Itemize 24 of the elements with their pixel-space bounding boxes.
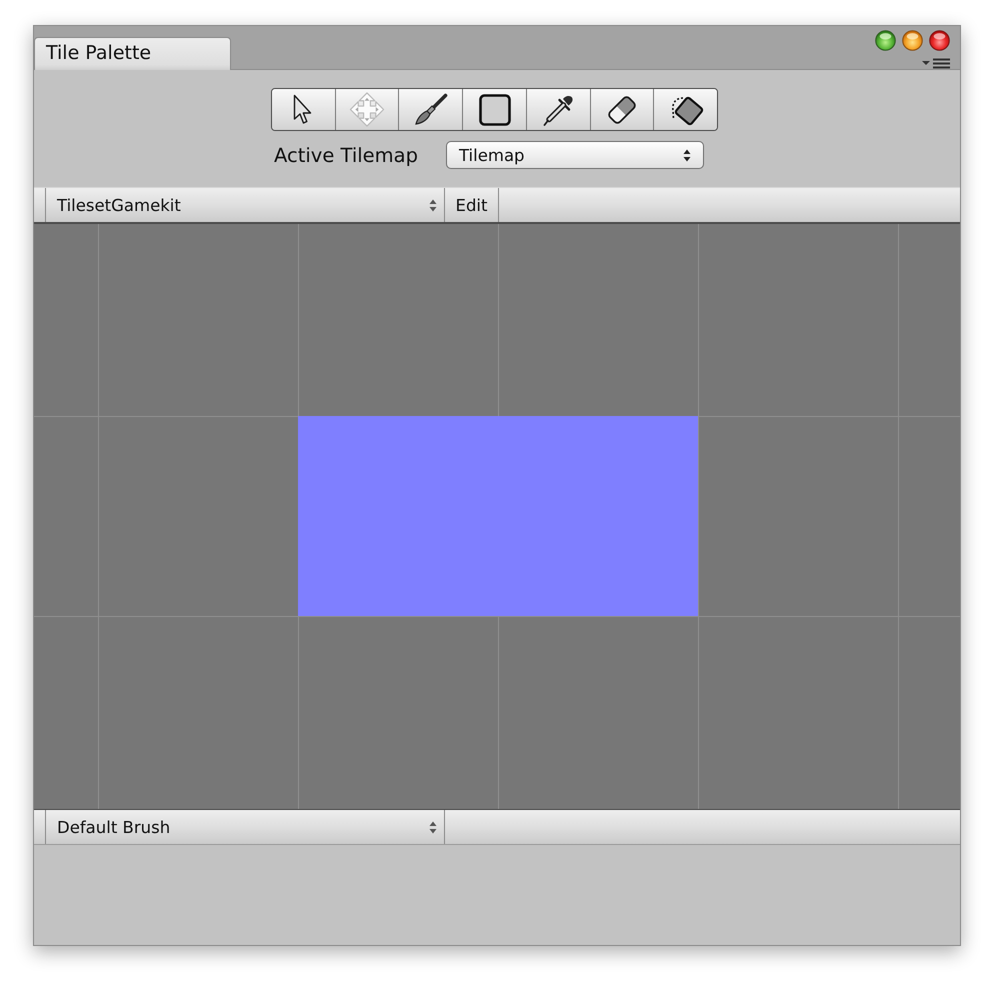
four-way-arrow-icon [349, 92, 386, 127]
up-down-arrows-icon [429, 198, 437, 212]
fill-tool-button[interactable] [653, 89, 717, 130]
maximize-icon[interactable] [875, 30, 896, 51]
minimize-icon[interactable] [902, 30, 923, 51]
box-tool-button[interactable] [462, 89, 526, 130]
up-down-arrows-icon [429, 820, 437, 834]
square-icon [478, 94, 511, 126]
up-down-arrows-icon [682, 148, 691, 162]
active-tilemap-dropdown[interactable]: Tilemap [446, 141, 704, 169]
active-tilemap-label: Active Tilemap [274, 144, 418, 166]
brush-icon [414, 92, 448, 126]
brush-dropdown[interactable]: Default Brush [45, 810, 445, 844]
eraser-tool-button[interactable] [590, 89, 654, 130]
menu-icon[interactable] [922, 58, 950, 69]
window-tab[interactable]: Tile Palette [34, 37, 231, 70]
paint-tool-button[interactable] [398, 89, 462, 130]
edit-button[interactable]: Edit [445, 188, 499, 222]
arrow-cursor-icon [293, 94, 314, 125]
select-tool-button[interactable] [272, 89, 335, 130]
close-icon[interactable] [929, 30, 950, 51]
picker-tool-button[interactable] [526, 89, 590, 130]
move-tool-button[interactable] [334, 89, 398, 130]
palette-dropdown[interactable]: TilesetGamekit [45, 188, 445, 222]
